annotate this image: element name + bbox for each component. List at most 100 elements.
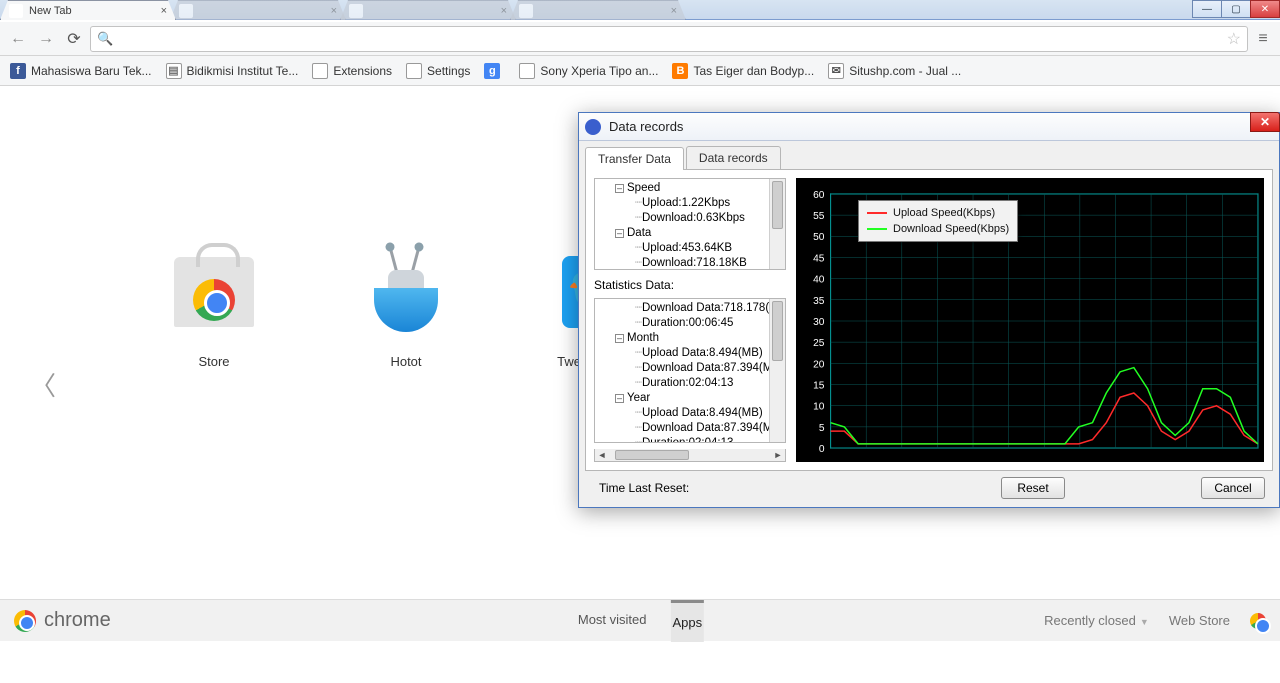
tab-new-tab[interactable]: New Tab × xyxy=(0,0,176,20)
footer-tab-most-visited[interactable]: Most visited xyxy=(576,600,649,642)
reset-button[interactable]: Reset xyxy=(1001,477,1065,499)
chart-legend: Upload Speed(Kbps) Download Speed(Kbps) xyxy=(858,200,1018,242)
speed-chart: 051015202530354045505560 Upload Speed(Kb… xyxy=(796,178,1264,462)
bookmark-star-icon[interactable]: ☆ xyxy=(1227,29,1241,49)
svg-text:5: 5 xyxy=(819,423,825,434)
window-close-button[interactable]: ✕ xyxy=(1250,0,1280,18)
tree-leaf: ┈Upload:1.22Kbps xyxy=(599,196,783,211)
scroll-left-icon[interactable]: ◄ xyxy=(595,449,609,461)
tab-favicon xyxy=(179,4,193,18)
tree-leaf: ┈Duration:00:06:45 xyxy=(599,316,783,331)
window-maximize-button[interactable]: ▢ xyxy=(1221,0,1251,18)
chrome-icon xyxy=(14,610,36,632)
svg-text:30: 30 xyxy=(813,317,825,328)
svg-text:10: 10 xyxy=(813,402,825,413)
tab-transfer-data[interactable]: Transfer Data xyxy=(585,147,684,170)
tree-leaf: ┈Download Data:87.394(MB) xyxy=(599,421,783,436)
bookmark-item[interactable]: BTas Eiger dan Bodyp... xyxy=(672,63,814,79)
legend-swatch-download xyxy=(867,228,887,230)
tree-node-year[interactable]: –Year xyxy=(599,391,783,406)
scrollbar[interactable] xyxy=(769,299,785,442)
chevron-down-icon: ▼ xyxy=(1140,617,1149,627)
bookmark-item[interactable]: ▤Bidikmisi Institut Te... xyxy=(166,63,299,79)
svg-text:0: 0 xyxy=(819,444,825,455)
svg-text:25: 25 xyxy=(813,338,825,349)
tab-close-icon[interactable]: × xyxy=(501,5,507,17)
h-scrollbar[interactable]: ◄ ► xyxy=(594,449,786,462)
tab-data-records[interactable]: Data records xyxy=(686,146,781,169)
web-store-link[interactable]: Web Store xyxy=(1169,613,1230,628)
tree-leaf: ┈Duration:02:04:13 xyxy=(599,376,783,391)
store-icon xyxy=(168,246,260,338)
back-button[interactable]: ← xyxy=(6,27,30,51)
stats-label: Statistics Data: xyxy=(594,278,786,292)
tree-leaf: ┈Download:0.63Kbps xyxy=(599,211,783,226)
tree-leaf: ┈Upload Data:8.494(MB) xyxy=(599,346,783,361)
svg-text:60: 60 xyxy=(813,190,825,201)
chrome-logo: chrome xyxy=(14,609,111,632)
tree-leaf: ┈Upload:453.64KB xyxy=(599,241,783,256)
bookmark-item[interactable]: g xyxy=(484,63,505,79)
cancel-button[interactable]: Cancel xyxy=(1201,477,1265,499)
app-tile-store[interactable]: Store xyxy=(168,246,260,369)
tab-2[interactable]: × xyxy=(170,0,346,20)
tab-label: New Tab xyxy=(29,5,72,17)
app-label: Store xyxy=(198,354,229,369)
page-icon: ▤ xyxy=(166,63,182,79)
tree-leaf: ┈Download Data:87.394(MB) xyxy=(599,361,783,376)
window-minimize-button[interactable]: — xyxy=(1192,0,1222,18)
tree-leaf: ┈Upload Data:8.494(MB) xyxy=(599,406,783,421)
scroll-right-icon[interactable]: ► xyxy=(771,449,785,461)
tab-favicon xyxy=(349,4,363,18)
svg-text:55: 55 xyxy=(813,211,825,222)
window-titlebar: New Tab × × × × — ▢ ✕ xyxy=(0,0,1280,20)
omnibox[interactable]: 🔍 ☆ xyxy=(90,26,1248,52)
tree-node-speed[interactable]: –Speed xyxy=(599,181,783,196)
prev-page-arrow-icon[interactable]: 〈 xyxy=(30,366,56,403)
bookmark-item[interactable]: Settings xyxy=(406,63,470,79)
tab-favicon xyxy=(519,4,533,18)
scrollbar[interactable] xyxy=(769,179,785,269)
dialog-titlebar[interactable]: Data records ✕ xyxy=(579,113,1279,141)
tab-close-icon[interactable]: × xyxy=(671,5,677,17)
recently-closed-menu[interactable]: Recently closed▼ xyxy=(1044,613,1149,628)
tree-leaf: ┈Download:718.18KB xyxy=(599,256,783,270)
search-icon: 🔍 xyxy=(97,31,113,47)
app-label: Hotot xyxy=(390,354,421,369)
current-tree[interactable]: –Speed ┈Upload:1.22Kbps ┈Download:0.63Kb… xyxy=(594,178,786,270)
legend-swatch-upload xyxy=(867,212,887,214)
time-last-reset-label: Time Last Reset: xyxy=(599,481,689,495)
footer-tab-apps[interactable]: Apps xyxy=(671,600,705,642)
tab-close-icon[interactable]: × xyxy=(331,5,337,17)
tree-node-data[interactable]: –Data xyxy=(599,226,783,241)
forward-button[interactable]: → xyxy=(34,27,58,51)
svg-text:35: 35 xyxy=(813,296,825,307)
omnibox-input[interactable] xyxy=(119,31,1220,46)
svg-text:45: 45 xyxy=(813,254,825,265)
tab-4[interactable]: × xyxy=(510,0,686,20)
reload-button[interactable]: ⟳ xyxy=(62,27,86,51)
chrome-menu-icon[interactable]: ≡ xyxy=(1252,30,1274,48)
svg-text:20: 20 xyxy=(813,359,825,370)
svg-text:15: 15 xyxy=(813,381,825,392)
bookmark-item[interactable]: ✉Situshp.com - Jual ... xyxy=(828,63,961,79)
tree-node-month[interactable]: –Month xyxy=(599,331,783,346)
app-icon xyxy=(585,119,601,135)
hotot-icon xyxy=(360,246,452,338)
bookmark-item[interactable]: fMahasiswa Baru Tek... xyxy=(10,63,152,79)
blogger-icon: B xyxy=(672,63,688,79)
tab-3[interactable]: × xyxy=(340,0,516,20)
bookmark-item[interactable]: Extensions xyxy=(312,63,392,79)
google-icon: g xyxy=(484,63,500,79)
data-records-dialog: Data records ✕ Transfer Data Data record… xyxy=(578,112,1280,508)
tab-close-icon[interactable]: × xyxy=(161,5,167,17)
app-tile-hotot[interactable]: Hotot xyxy=(360,246,452,369)
facebook-icon: f xyxy=(10,63,26,79)
page-icon xyxy=(519,63,535,79)
bookmark-item[interactable]: Sony Xperia Tipo an... xyxy=(519,63,658,79)
stats-tree[interactable]: ┈Download Data:718.178(KB ┈Duration:00:0… xyxy=(594,298,786,443)
dialog-title: Data records xyxy=(609,119,683,134)
tree-leaf: ┈Duration:02:04:13 xyxy=(599,436,783,443)
tree-leaf: ┈Download Data:718.178(KB xyxy=(599,301,783,316)
dialog-close-button[interactable]: ✕ xyxy=(1250,112,1280,132)
